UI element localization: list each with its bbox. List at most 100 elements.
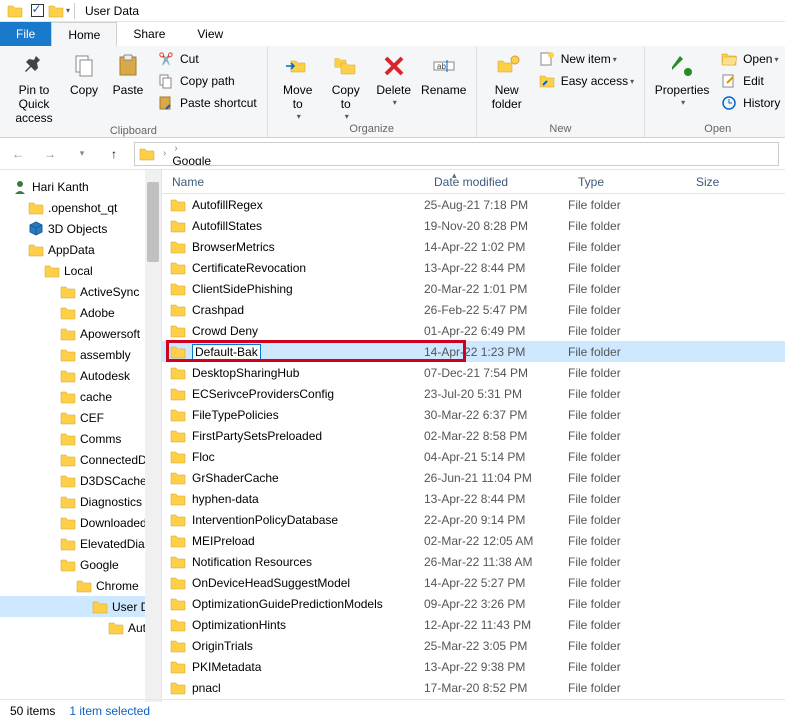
paste-button[interactable]: Paste [106, 48, 150, 98]
recent-locations-dropdown[interactable]: ▾ [70, 142, 94, 166]
tree-node-label: .openshot_qt [48, 201, 117, 215]
column-header-type[interactable]: Type [568, 175, 686, 189]
pin-to-quick-access-button[interactable]: Pin to Quick access [6, 48, 62, 125]
tree-scrollbar[interactable] [145, 170, 161, 702]
tree-node[interactable]: Local [0, 260, 161, 281]
tree-node[interactable]: Adobe [0, 302, 161, 323]
cut-button[interactable]: ✂️Cut [154, 48, 261, 70]
file-row[interactable]: ECSerivceProvidersConfig23-Jul-20 5:31 P… [162, 383, 785, 404]
paste-shortcut-button[interactable]: Paste shortcut [154, 92, 261, 114]
file-date: 14-Apr-22 1:02 PM [424, 240, 568, 254]
tree-node[interactable]: Diagnostics [0, 491, 161, 512]
tree-node[interactable]: ActiveSync [0, 281, 161, 302]
file-type: File folder [568, 681, 686, 695]
file-row[interactable]: Notification Resources26-Mar-22 11:38 AM… [162, 551, 785, 572]
file-row[interactable]: FirstPartySetsPreloaded02-Mar-22 8:58 PM… [162, 425, 785, 446]
tree-node[interactable]: .openshot_qt [0, 197, 161, 218]
file-list[interactable]: ▴ Name Date modified Type Size AutofillR… [162, 170, 785, 702]
tree-node[interactable]: D3DSCache [0, 470, 161, 491]
file-row[interactable]: BrowserMetrics14-Apr-22 1:02 PMFile fold… [162, 236, 785, 257]
file-row[interactable]: Crowd Deny01-Apr-22 6:49 PMFile folder [162, 320, 785, 341]
tree-node[interactable]: assembly [0, 344, 161, 365]
file-row[interactable]: Crashpad26-Feb-22 5:47 PMFile folder [162, 299, 785, 320]
new-folder-button[interactable]: New folder [483, 48, 531, 112]
file-row[interactable]: CertificateRevocation13-Apr-22 8:44 PMFi… [162, 257, 785, 278]
tab-share[interactable]: Share [117, 22, 181, 46]
tab-view[interactable]: View [181, 22, 239, 46]
tree-node[interactable]: Downloaded [0, 512, 161, 533]
copy-to-button[interactable]: Copy to▾ [322, 48, 370, 121]
file-row[interactable]: AutofillStates19-Nov-20 8:28 PMFile fold… [162, 215, 785, 236]
open-button[interactable]: Open ▾ [717, 48, 784, 70]
folder-icon [28, 242, 44, 258]
status-item-count: 50 items [10, 704, 55, 718]
tree-node[interactable]: Chrome [0, 575, 161, 596]
file-type: File folder [568, 597, 686, 611]
tree-node[interactable]: User Data [0, 596, 161, 617]
column-headers[interactable]: ▴ Name Date modified Type Size [162, 170, 785, 194]
history-button[interactable]: History [717, 92, 784, 114]
file-row[interactable]: AutofillRegex25-Aug-21 7:18 PMFile folde… [162, 194, 785, 215]
column-header-size[interactable]: Size [686, 175, 785, 189]
easy-access-button[interactable]: Easy access ▾ [535, 70, 638, 92]
tree-node[interactable]: ConnectedDe [0, 449, 161, 470]
tree-node[interactable]: ElevatedDiag [0, 533, 161, 554]
file-row[interactable]: InterventionPolicyDatabase22-Apr-20 9:14… [162, 509, 785, 530]
tab-file[interactable]: File [0, 22, 51, 46]
file-row[interactable]: OriginTrials25-Mar-22 3:05 PMFile folder [162, 635, 785, 656]
file-row[interactable]: hyphen-data13-Apr-22 8:44 PMFile folder [162, 488, 785, 509]
move-to-button[interactable]: Move to▾ [274, 48, 322, 121]
back-button[interactable]: ← [6, 142, 30, 166]
column-header-date[interactable]: Date modified [424, 175, 568, 189]
tree-node-label: Diagnostics [80, 495, 142, 509]
forward-button[interactable]: → [38, 142, 62, 166]
tree-node[interactable]: Apowersoft [0, 323, 161, 344]
qat-folder-icon[interactable] [4, 1, 26, 21]
tree-node[interactable]: AutofillR [0, 617, 161, 638]
tab-home[interactable]: Home [51, 22, 117, 46]
copy-path-button[interactable]: Copy path [154, 70, 261, 92]
file-row[interactable]: Default-Bak14-Apr-22 1:23 PMFile folder [162, 341, 785, 362]
file-type: File folder [568, 471, 686, 485]
folder-icon [76, 578, 92, 594]
file-row[interactable]: GrShaderCache26-Jun-21 11:04 PMFile fold… [162, 467, 785, 488]
qat-customize-dropdown[interactable]: ▾ [48, 1, 70, 21]
edit-button[interactable]: Edit [717, 70, 784, 92]
tree-node[interactable]: Hari Kanth [0, 176, 161, 197]
file-row[interactable]: pnacl17-Mar-20 8:52 PMFile folder [162, 677, 785, 698]
tree-node[interactable]: AppData [0, 239, 161, 260]
qat-properties-checkbox[interactable] [26, 1, 48, 21]
file-row[interactable]: OnDeviceHeadSuggestModel14-Apr-22 5:27 P… [162, 572, 785, 593]
tree-node[interactable]: CEF [0, 407, 161, 428]
column-header-name[interactable]: Name [162, 175, 424, 189]
paste-icon [112, 50, 144, 82]
file-row[interactable]: MEIPreload02-Mar-22 12:05 AMFile folder [162, 530, 785, 551]
breadcrumb-segment[interactable]: Google [170, 154, 231, 166]
tree-node[interactable]: 3D Objects [0, 218, 161, 239]
file-row[interactable]: OptimizationHints12-Apr-22 11:43 PMFile … [162, 614, 785, 635]
delete-button[interactable]: Delete▾ [370, 48, 418, 107]
tree-node[interactable]: Google [0, 554, 161, 575]
properties-button[interactable]: Properties▾ [651, 48, 713, 107]
file-row[interactable]: FileTypePolicies30-Mar-22 6:37 PMFile fo… [162, 404, 785, 425]
up-button[interactable]: ↑ [102, 142, 126, 166]
tree-node-label: Chrome [96, 579, 139, 593]
folder-icon [170, 491, 186, 507]
file-date: 26-Jun-21 11:04 PM [424, 471, 568, 485]
navigation-tree[interactable]: Hari Kanth .openshot_qt 3D ObjectsAppDataL… [0, 170, 162, 702]
tree-node[interactable]: Comms [0, 428, 161, 449]
tree-node[interactable]: Autodesk [0, 365, 161, 386]
file-row[interactable]: PKIMetadata13-Apr-22 9:38 PMFile folder [162, 656, 785, 677]
file-row[interactable]: OptimizationGuidePredictionModels09-Apr-… [162, 593, 785, 614]
rename-button[interactable]: ab Rename [418, 48, 470, 98]
copy-button[interactable]: Copy [62, 48, 106, 98]
file-row[interactable]: DesktopSharingHub07-Dec-21 7:54 PMFile f… [162, 362, 785, 383]
file-row[interactable]: ClientSidePhishing20-Mar-22 1:01 PMFile … [162, 278, 785, 299]
window-title: User Data [85, 4, 139, 18]
3d-objects-icon [28, 221, 44, 237]
address-breadcrumb[interactable]: › Hari Kanth›AppData›Local›Google›Chrome… [134, 142, 779, 166]
file-row[interactable]: Floc04-Apr-21 5:14 PMFile folder [162, 446, 785, 467]
tree-node[interactable]: cache [0, 386, 161, 407]
file-type: File folder [568, 618, 686, 632]
new-item-button[interactable]: New item ▾ [535, 48, 638, 70]
